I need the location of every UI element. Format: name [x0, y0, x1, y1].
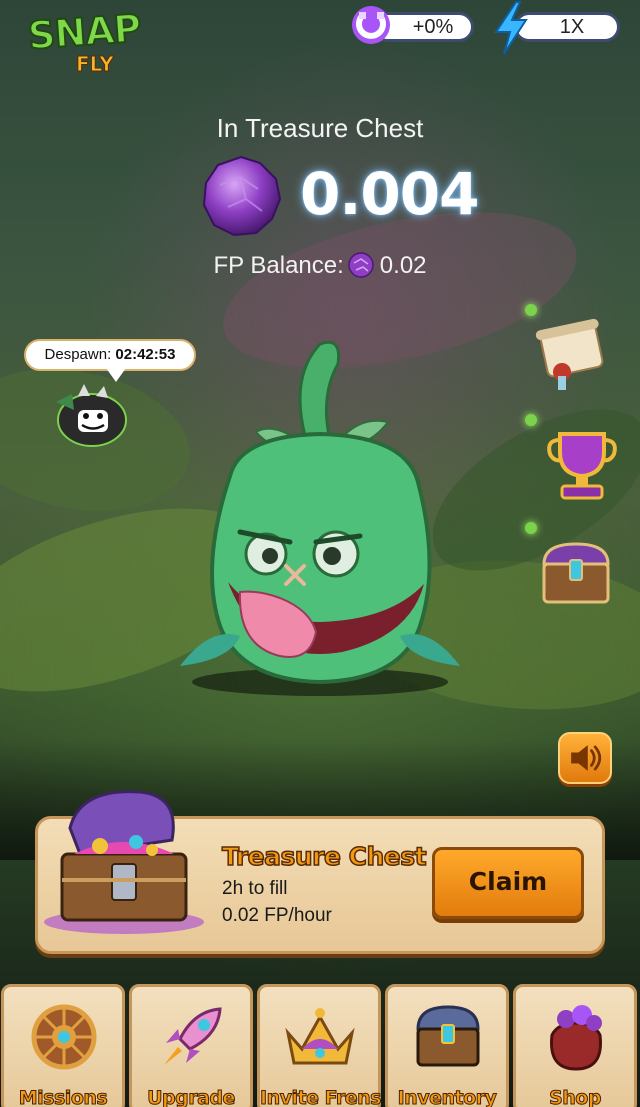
trophy-icon[interactable]: [542, 424, 622, 504]
fill-rate-text: 0.02 FP/hour: [222, 905, 332, 926]
magnet-icon: [352, 6, 390, 44]
green-plant-monster[interactable]: [170, 336, 470, 696]
rocket-icon: [164, 1007, 222, 1065]
chest-icon[interactable]: [536, 534, 616, 614]
nav-item-missions[interactable]: Missions: [1, 984, 125, 1107]
nav-item-inventory[interactable]: Inventory: [385, 984, 509, 1107]
magnet-boost-value: +0%: [412, 16, 454, 38]
claim-button[interactable]: Claim: [432, 847, 584, 919]
connector-dot: [525, 414, 537, 426]
bag-icon: [550, 1005, 602, 1071]
chest-icon: [416, 1005, 480, 1067]
crown-icon: [285, 1008, 355, 1065]
app-logo: SNAP FLY: [22, 5, 143, 78]
despawn-label: Despawn:: [44, 346, 112, 363]
nav-label: Invite Frens: [260, 1087, 382, 1107]
purple-orb-icon: [202, 155, 282, 237]
connector-dot: [525, 522, 537, 534]
fp-balance-label: FP Balance:: [213, 252, 344, 279]
chest-amount: 0.004: [300, 160, 479, 228]
logo-fly-text: FLY: [76, 52, 115, 77]
bubble-tail: [106, 368, 126, 382]
purple-orb-icon: [348, 252, 374, 278]
speed-boost-value: 1X: [559, 16, 585, 38]
scroll-icon[interactable]: [532, 312, 612, 392]
fp-balance-row: FP Balance: 0.02: [0, 252, 640, 280]
nav-label: Shop: [549, 1087, 602, 1107]
nav-label: Missions: [18, 1087, 108, 1107]
wheel-icon: [31, 1004, 97, 1070]
lightning-bolt-icon: [494, 0, 528, 55]
sound-toggle-button[interactable]: [558, 732, 612, 784]
black-fly-creature-icon[interactable]: [50, 384, 130, 448]
bottom-nav: Missions Upgrade Invite Frens Inventory: [0, 984, 640, 1107]
nav-item-upgrade[interactable]: Upgrade: [129, 984, 253, 1107]
nav-item-invite-frens[interactable]: Invite Frens: [257, 984, 382, 1107]
treasure-card-title: Treasure Chest: [221, 841, 427, 872]
fp-balance-value: 0.02: [379, 252, 427, 279]
open-treasure-chest-icon: [44, 790, 204, 934]
chest-status-title: In Treasure Chest: [216, 113, 424, 143]
logo-snap-text: SNAP: [26, 5, 143, 59]
nav-item-shop[interactable]: Shop: [513, 984, 637, 1107]
nav-label: Inventory: [397, 1087, 497, 1107]
speaker-icon: [571, 745, 602, 771]
nav-label: Upgrade: [147, 1087, 236, 1107]
fill-time-text: 2h to fill: [222, 878, 288, 899]
despawn-time: 02:42:53: [115, 346, 176, 363]
